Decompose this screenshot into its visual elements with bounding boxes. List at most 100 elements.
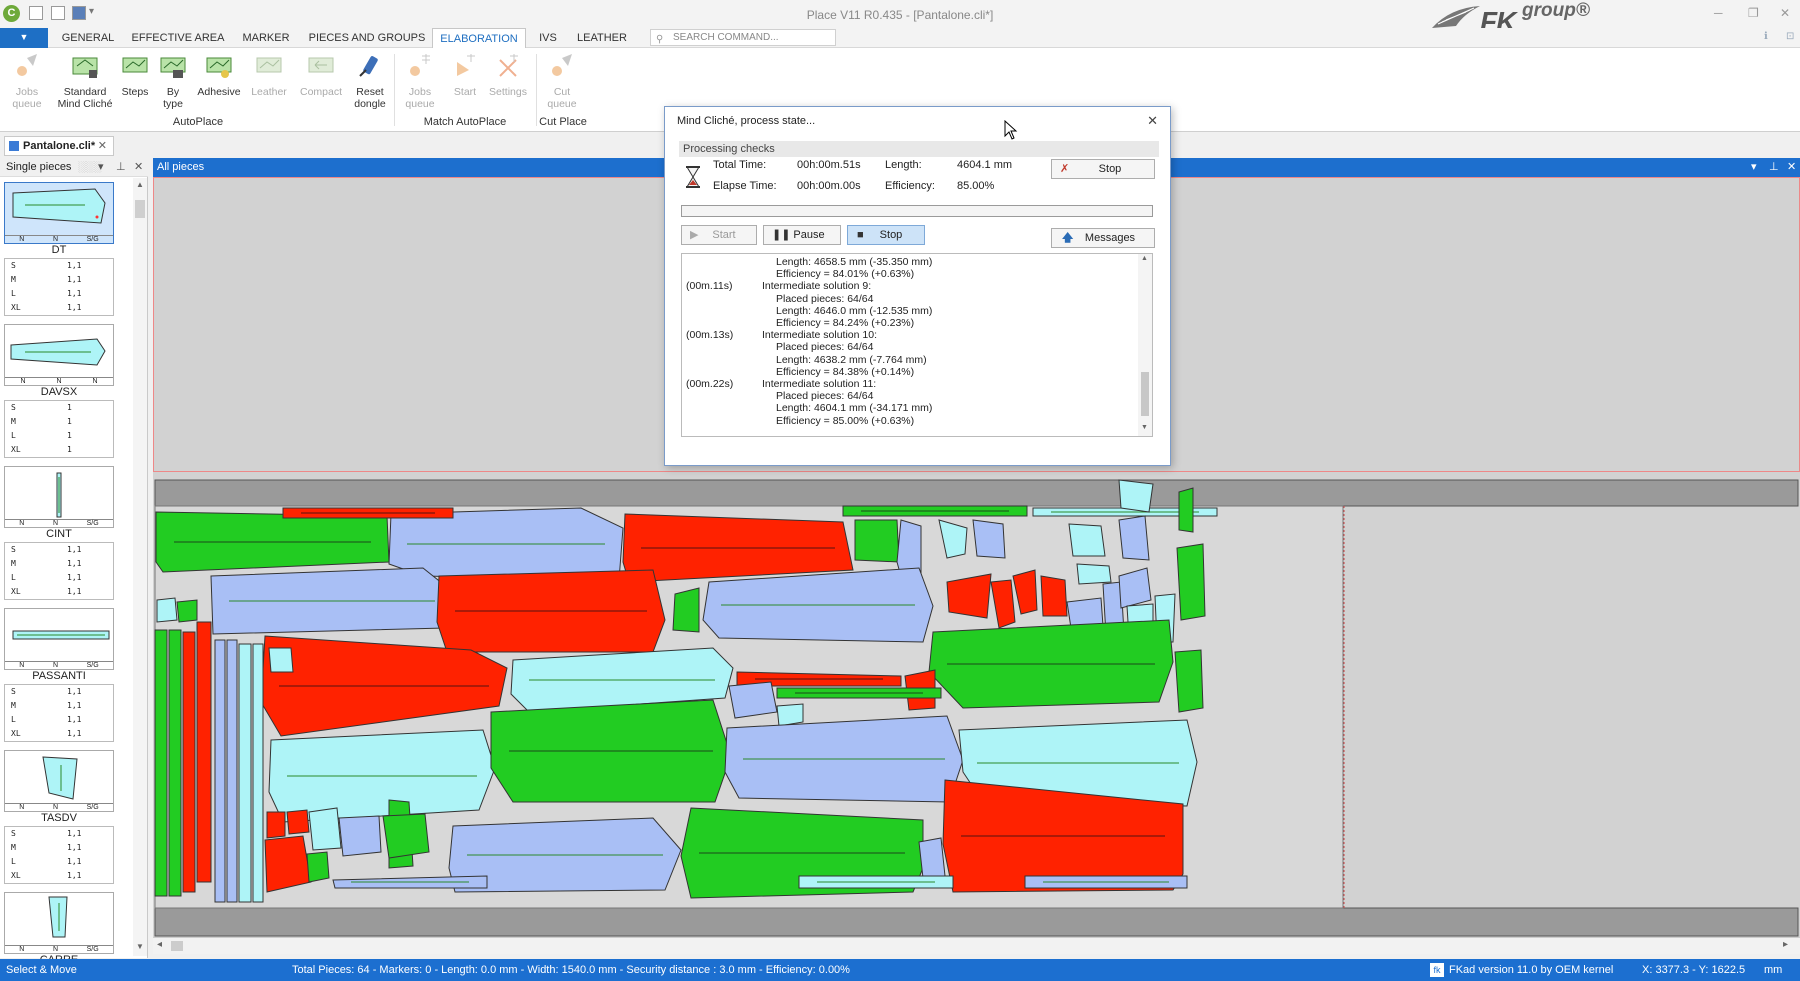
scroll-right-icon[interactable]: ▸ xyxy=(1783,939,1788,950)
view-dropdown-icon[interactable]: ▾ xyxy=(1751,158,1757,177)
match-settings-button[interactable]: Settings xyxy=(486,52,530,98)
size-row[interactable]: M 1,1 xyxy=(5,273,113,287)
log-scroll-thumb[interactable] xyxy=(1141,372,1149,416)
restore-icon[interactable]: ❐ xyxy=(1748,6,1759,20)
size-row[interactable]: S 1,1 xyxy=(5,543,113,557)
size-row[interactable]: S1 xyxy=(5,401,113,415)
size-row[interactable]: L 1,1 xyxy=(5,287,113,301)
piece-thumbnail[interactable]: N N S/G xyxy=(4,750,114,812)
document-tab[interactable]: Pantalone.cli* ✕ xyxy=(4,136,114,156)
size-row[interactable]: XL 1,1 xyxy=(5,869,113,883)
scroll-left-icon[interactable]: ◂ xyxy=(157,939,162,950)
reset-dongle-button[interactable]: Reset dongle xyxy=(350,52,390,110)
standard-mind-cliche-button[interactable]: Standard Mind Cliché xyxy=(52,52,118,110)
panel-dropdown-icon[interactable]: ▾ xyxy=(98,158,104,177)
close-tab-icon[interactable]: ✕ xyxy=(98,137,107,155)
close-panel-icon[interactable]: ✕ xyxy=(134,158,143,177)
marker-piece[interactable] xyxy=(214,639,226,903)
size-row[interactable]: S 1,1 xyxy=(5,827,113,841)
log-scrollbar[interactable]: ▲ ▼ xyxy=(1138,254,1152,436)
start-button[interactable]: ▶ Start xyxy=(681,225,757,245)
piece-card[interactable]: N N S/G PASSANTI S 1,1 M 1,1 L 1,1 XL 1,1 xyxy=(4,608,114,742)
h-scroll-thumb[interactable] xyxy=(171,941,183,951)
pin-icon[interactable]: ⊥ xyxy=(116,158,126,177)
pause-button[interactable]: ❚❚ Pause xyxy=(763,225,841,245)
size-row[interactable]: M 1,1 xyxy=(5,841,113,855)
by-type-button[interactable]: By type xyxy=(156,52,190,110)
compact-button[interactable]: Compact xyxy=(296,52,346,98)
log-scroll-down-icon[interactable]: ▼ xyxy=(1141,424,1148,431)
tab-pieces-and-groups[interactable]: PIECES AND GROUPS xyxy=(306,28,428,48)
piece-thumbnail[interactable]: NNN xyxy=(4,324,114,386)
marker-piece[interactable] xyxy=(946,573,992,619)
minimize-icon[interactable]: ─ xyxy=(1714,6,1723,20)
panel-scrollbar[interactable]: ▲ ▼ xyxy=(133,178,147,956)
marker-drawing[interactable] xyxy=(153,472,1800,940)
match-start-button[interactable]: Start xyxy=(448,52,482,98)
marker-piece[interactable] xyxy=(226,639,238,903)
size-row[interactable]: S 1,1 xyxy=(5,259,113,273)
piece-card[interactable]: N N N DAVSX S 1 M 1 L 1 XL 1 xyxy=(4,324,114,458)
marker-piece[interactable] xyxy=(196,621,212,883)
size-row[interactable]: M 1,1 xyxy=(5,557,113,571)
size-row[interactable]: XL 1,1 xyxy=(5,727,113,741)
piece-thumbnail[interactable]: N N S/G xyxy=(4,466,114,528)
marker-piece[interactable] xyxy=(252,643,264,903)
tab-marker[interactable]: MARKER xyxy=(238,28,294,48)
marker-piece[interactable] xyxy=(1040,575,1068,617)
adhesive-button[interactable]: Adhesive xyxy=(194,52,244,98)
marker-piece[interactable] xyxy=(1178,487,1194,533)
options-icon[interactable]: ⊡ xyxy=(1786,31,1794,42)
marker-piece[interactable] xyxy=(168,629,182,897)
piece-thumbnail[interactable]: N N S/G xyxy=(4,608,114,670)
marker-piece[interactable] xyxy=(1176,543,1206,621)
marker-piece[interactable] xyxy=(1174,649,1204,713)
marker-piece[interactable] xyxy=(382,813,430,859)
tab-ivs[interactable]: IVS xyxy=(532,28,564,48)
marker-piece[interactable] xyxy=(854,519,900,563)
size-row[interactable]: L 1,1 xyxy=(5,855,113,869)
match-jobs-queue-button[interactable]: Jobs queue xyxy=(398,52,442,110)
size-row[interactable]: XL 1,1 xyxy=(5,585,113,599)
marker-piece[interactable] xyxy=(1068,523,1106,557)
tab-general[interactable]: GENERAL xyxy=(58,28,118,48)
marker-piece[interactable] xyxy=(264,835,312,893)
size-row[interactable]: M1 xyxy=(5,415,113,429)
dialog-close-button[interactable]: ✕ xyxy=(1147,113,1158,129)
marker-piece[interactable] xyxy=(728,681,778,719)
marker-piece[interactable] xyxy=(286,809,310,835)
piece-card[interactable]: NNS/GCARRE xyxy=(4,892,114,967)
size-row[interactable]: S 1,1 xyxy=(5,685,113,699)
marker-piece[interactable] xyxy=(1076,563,1112,585)
search-command-input[interactable]: ⚲ SEARCH COMMAND... xyxy=(650,29,836,46)
steps-button[interactable]: Steps xyxy=(118,52,152,98)
horizontal-scrollbar[interactable]: ◂ ▸ xyxy=(153,937,1800,954)
size-row[interactable]: L 1,1 xyxy=(5,571,113,585)
process-log[interactable]: Length: 4658.5 mm (-35.350 mm) Efficiency… xyxy=(681,253,1153,437)
piece-card[interactable]: N N S/G DT S 1,1 M 1,1 L 1,1 XL 1,1 xyxy=(4,182,114,316)
marker-piece[interactable] xyxy=(182,631,196,893)
view-pin-icon[interactable]: ⊥ xyxy=(1769,158,1779,177)
tab-elaboration[interactable]: ELABORATION xyxy=(432,28,526,48)
size-row[interactable]: XL 1,1 xyxy=(5,301,113,315)
messages-button[interactable]: 🡅 Messages xyxy=(1051,228,1155,248)
marker-piece[interactable] xyxy=(1118,515,1150,561)
size-row[interactable]: M 1,1 xyxy=(5,699,113,713)
piece-card[interactable]: N N S/G TASDV S 1,1 M 1,1 L 1,1 XL 1,1 xyxy=(4,750,114,884)
marker-piece[interactable] xyxy=(308,807,342,851)
view-close-icon[interactable]: ✕ xyxy=(1787,158,1796,177)
stop-button[interactable]: ■ Stop xyxy=(847,225,925,245)
marker-piece[interactable] xyxy=(238,643,252,903)
file-menu-button[interactable]: ▼ xyxy=(0,28,48,48)
piece-thumbnail[interactable]: N N S/G xyxy=(4,892,114,954)
size-row[interactable]: L 1,1 xyxy=(5,713,113,727)
marker-piece[interactable] xyxy=(266,811,286,839)
tab-effective-area[interactable]: EFFECTIVE AREA xyxy=(130,28,226,48)
log-scroll-up-icon[interactable]: ▲ xyxy=(1141,255,1148,262)
scroll-thumb[interactable] xyxy=(135,200,145,218)
marker-piece[interactable] xyxy=(306,851,330,883)
leather-button[interactable]: Leather xyxy=(248,52,290,98)
marker-piece[interactable] xyxy=(268,647,294,673)
piece-card[interactable]: N N S/G CINT S 1,1 M 1,1 L 1,1 XL 1,1 xyxy=(4,466,114,600)
scroll-down-icon[interactable]: ▼ xyxy=(136,942,144,951)
